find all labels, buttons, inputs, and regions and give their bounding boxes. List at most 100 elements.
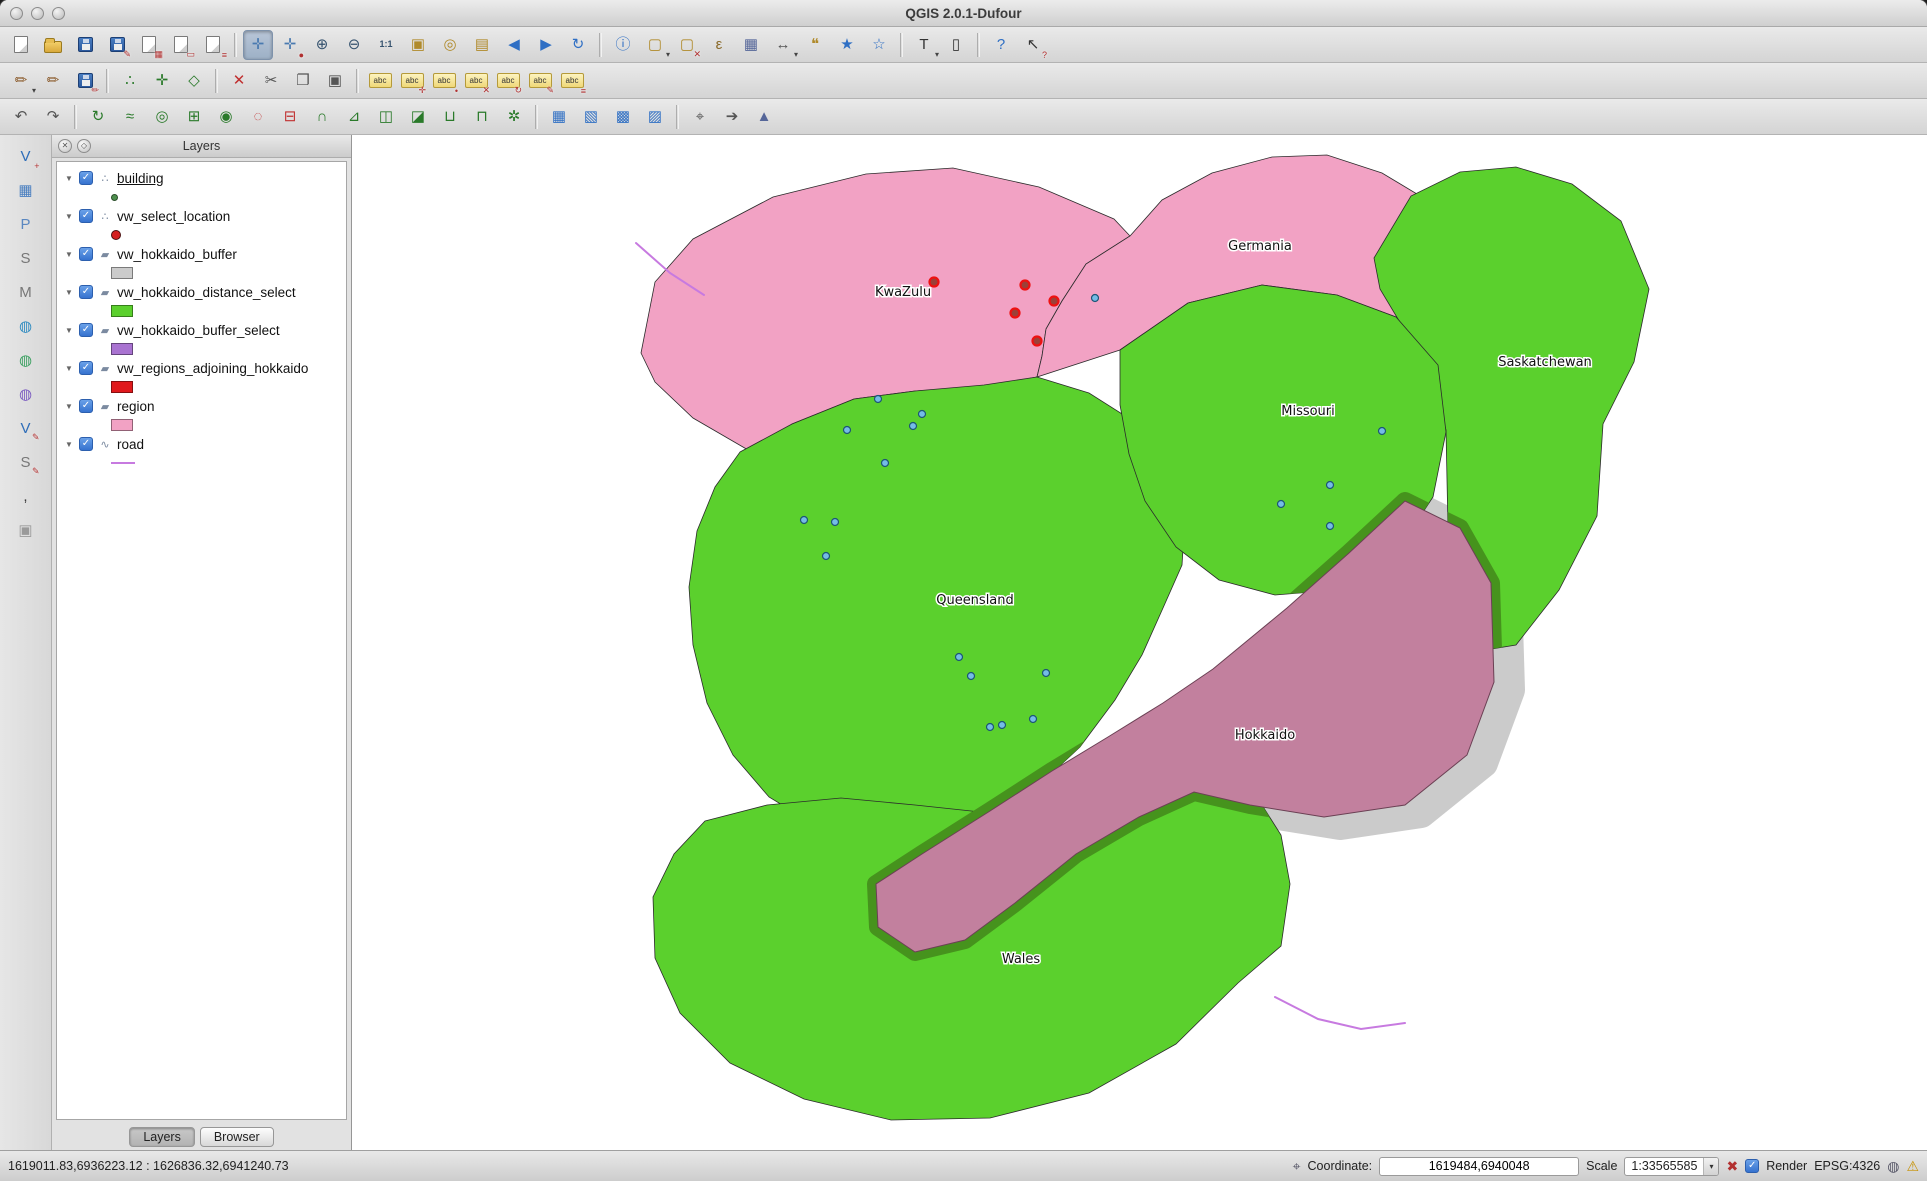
layer-visibility-checkbox[interactable]: ✓ — [79, 171, 93, 185]
move-feature-button[interactable]: ✛ — [147, 66, 177, 96]
add-raster-layer-button[interactable]: ▦ — [11, 175, 41, 205]
grid-select-1-button[interactable]: ▦ — [544, 102, 574, 132]
offset-curve-button[interactable]: ∩ — [307, 102, 337, 132]
save-layer-edits-button[interactable]: ✏ — [70, 66, 100, 96]
grid-select-2-button[interactable]: ▧ — [576, 102, 606, 132]
add-feature-button[interactable]: ∴ — [115, 66, 145, 96]
zoom-last-button[interactable]: ◀ — [499, 30, 529, 60]
merge-features-button[interactable]: ⊔ — [435, 102, 465, 132]
layer-visibility-checkbox[interactable]: ✓ — [79, 247, 93, 261]
reshape-features-button[interactable]: ⊿ — [339, 102, 369, 132]
fill-ring-button[interactable]: ◉ — [211, 102, 241, 132]
zoom-in-button[interactable]: ⊕ — [307, 30, 337, 60]
panel-float-button[interactable]: ◇ — [77, 139, 91, 153]
grid-select-3-button[interactable]: ▩ — [608, 102, 638, 132]
paste-features-button[interactable]: ▣ — [320, 66, 350, 96]
messages-log-icon[interactable]: ⚠ — [1906, 1159, 1919, 1173]
select-features-dropdown-icon[interactable]: ▾ — [666, 50, 670, 59]
label-move-button[interactable]: abc✛ — [397, 66, 427, 96]
add-spatialite-layer-button[interactable]: S — [11, 243, 41, 273]
add-wfs-layer-button[interactable]: ◍ — [11, 379, 41, 409]
rotate-point-symbols-button[interactable]: ✲ — [499, 102, 529, 132]
coordinate-capture-button[interactable]: ⌖ — [685, 102, 715, 132]
layer-labeling-button[interactable]: abc — [365, 66, 395, 96]
new-spatialite-layer-button[interactable]: S✎ — [11, 447, 41, 477]
text-annotation-dropdown-icon[interactable]: ▾ — [935, 50, 939, 59]
layer-expander-icon[interactable]: ▼ — [63, 288, 75, 297]
db-manager-button[interactable]: ▣ — [11, 515, 41, 545]
layer-visibility-checkbox[interactable]: ✓ — [79, 399, 93, 413]
minimize-window-button[interactable] — [31, 7, 44, 20]
scale-dropdown-icon[interactable]: ▾ — [1703, 1158, 1718, 1175]
add-vector-layer-button[interactable]: V+ — [11, 141, 41, 171]
new-shapefile-layer-button[interactable]: V✎ — [11, 413, 41, 443]
current-edits-dropdown-icon[interactable]: ▾ — [32, 86, 36, 95]
panel-close-button[interactable]: ✕ — [58, 139, 72, 153]
measure-line-dropdown-icon[interactable]: ▾ — [794, 50, 798, 59]
help-contents-button[interactable]: ? — [986, 30, 1016, 60]
layer-visibility-checkbox[interactable]: ✓ — [79, 361, 93, 375]
layer-row-vw_select_location[interactable]: ▼✓∴vw_select_location — [57, 206, 346, 226]
layer-visibility-checkbox[interactable]: ✓ — [79, 209, 93, 223]
zoom-to-selection-button[interactable]: ◎ — [435, 30, 465, 60]
render-checkbox[interactable]: ✓ — [1745, 1159, 1759, 1173]
identify-features-button[interactable]: ⓘ — [608, 30, 638, 60]
label-properties-button[interactable]: abc✎ — [525, 66, 555, 96]
delete-ring-button[interactable]: ◌ — [243, 102, 273, 132]
layer-row-region[interactable]: ▼✓▰region — [57, 396, 346, 416]
layer-row-vw_hokkaido_distance_select[interactable]: ▼✓▰vw_hokkaido_distance_select — [57, 282, 346, 302]
pan-map-button[interactable]: ✛ — [243, 30, 273, 60]
close-window-button[interactable] — [10, 7, 23, 20]
new-bookmark-button[interactable]: ★ — [832, 30, 862, 60]
add-mssql-layer-button[interactable]: M — [11, 277, 41, 307]
delete-part-button[interactable]: ⊟ — [275, 102, 305, 132]
zoom-out-button[interactable]: ⊖ — [339, 30, 369, 60]
rotate-feature-button[interactable]: ↻ — [83, 102, 113, 132]
select-by-expression-button[interactable]: ε — [704, 30, 734, 60]
deselect-features-button[interactable]: ▢✕ — [672, 30, 702, 60]
label-rotate-button[interactable]: abc↻ — [493, 66, 523, 96]
composer-manager-button[interactable]: ≡ — [198, 30, 228, 60]
select-features-button[interactable]: ▢▾ — [640, 30, 670, 60]
save-project-button[interactable] — [70, 30, 100, 60]
zoom-full-button[interactable]: ▣ — [403, 30, 433, 60]
label-options-button[interactable]: abc≡ — [557, 66, 587, 96]
scale-combo[interactable]: 1:33565585 ▾ — [1624, 1157, 1719, 1176]
add-wcs-layer-button[interactable]: ◍ — [11, 345, 41, 375]
merge-attributes-button[interactable]: ⊓ — [467, 102, 497, 132]
layer-row-road[interactable]: ▼✓∿road — [57, 434, 346, 454]
new-print-composer-button[interactable]: ▭ — [166, 30, 196, 60]
dxf-export-button[interactable]: ➔ — [717, 102, 747, 132]
tab-browser[interactable]: Browser — [200, 1127, 274, 1147]
split-parts-button[interactable]: ◫ — [371, 102, 401, 132]
add-delimited-text-layer-button[interactable]: , — [11, 481, 41, 511]
undo-button[interactable]: ↶ — [6, 102, 36, 132]
split-features-button[interactable]: ◪ — [403, 102, 433, 132]
crs-status-icon[interactable]: ◍ — [1887, 1159, 1899, 1173]
layer-row-building[interactable]: ▼✓∴building — [57, 168, 346, 188]
layer-row-vw_regions_adjoining_hokkaido[interactable]: ▼✓▰vw_regions_adjoining_hokkaido — [57, 358, 346, 378]
grid-select-4-button[interactable]: ▨ — [640, 102, 670, 132]
save-project-as-button[interactable]: ✎ — [102, 30, 132, 60]
open-project-button[interactable] — [38, 30, 68, 60]
simplify-feature-button[interactable]: ≈ — [115, 102, 145, 132]
layer-expander-icon[interactable]: ▼ — [63, 440, 75, 449]
layer-expander-icon[interactable]: ▼ — [63, 174, 75, 183]
layer-expander-icon[interactable]: ▼ — [63, 364, 75, 373]
add-part-button[interactable]: ⊞ — [179, 102, 209, 132]
show-bookmarks-button[interactable]: ☆ — [864, 30, 894, 60]
label-show-hide-button[interactable]: abc✕ — [461, 66, 491, 96]
form-annotation-button[interactable]: ▯ — [941, 30, 971, 60]
current-edits-button[interactable]: ✏▾ — [6, 66, 36, 96]
map-tips-button[interactable]: ❝ — [800, 30, 830, 60]
node-tool-button[interactable]: ◇ — [179, 66, 209, 96]
pan-to-selection-button[interactable]: ✛● — [275, 30, 305, 60]
zoom-window-button[interactable] — [52, 7, 65, 20]
toggle-editing-button[interactable]: ✏ — [38, 66, 68, 96]
open-attribute-table-button[interactable]: ▦ — [736, 30, 766, 60]
mouse-position-icon[interactable]: ⌖ — [1293, 1159, 1301, 1173]
label-pin-button[interactable]: abc• — [429, 66, 459, 96]
new-project-button[interactable] — [6, 30, 36, 60]
layer-visibility-checkbox[interactable]: ✓ — [79, 437, 93, 451]
add-ring-button[interactable]: ◎ — [147, 102, 177, 132]
